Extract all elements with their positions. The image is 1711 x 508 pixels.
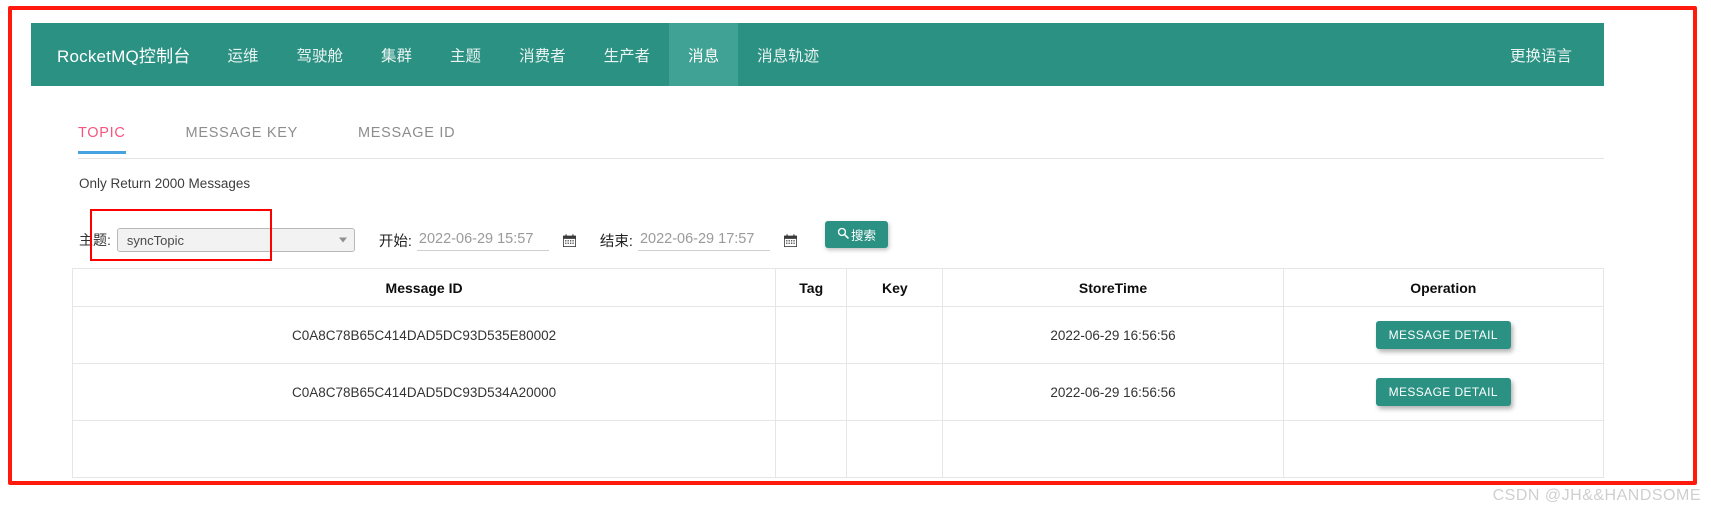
table-body: C0A8C78B65C414DAD5DC93D535E80002 2022-06… [73, 307, 1604, 478]
message-detail-button[interactable]: MESSAGE DETAIL [1376, 321, 1511, 349]
cell-operation: MESSAGE DETAIL [1283, 364, 1603, 421]
cell-operation [1283, 421, 1603, 478]
cell-storetime [943, 421, 1283, 478]
content-tabs: TOPIC MESSAGE KEY MESSAGE ID [78, 120, 1604, 159]
end-time-input[interactable] [638, 230, 770, 251]
table-row[interactable]: C0A8C78B65C414DAD5DC93D535E80002 2022-06… [73, 307, 1604, 364]
cell-operation: MESSAGE DETAIL [1283, 307, 1603, 364]
cell-key [847, 421, 943, 478]
nav-item-consumer[interactable]: 消费者 [500, 23, 585, 86]
calendar-icon[interactable] [563, 234, 576, 247]
search-button-label: 搜索 [851, 225, 876, 244]
table-row[interactable] [73, 421, 1604, 478]
start-time-label: 开始: [379, 230, 412, 251]
nav-item-message-trace[interactable]: 消息轨迹 [738, 23, 838, 86]
cell-tag [776, 421, 847, 478]
table-head: Message ID Tag Key StoreTime Operation [73, 269, 1604, 307]
table-header-row: Message ID Tag Key StoreTime Operation [73, 269, 1604, 307]
nav-item-topic[interactable]: 主题 [431, 23, 500, 86]
column-header-tag: Tag [776, 269, 847, 307]
column-header-message-id: Message ID [73, 269, 776, 307]
chevron-down-icon [339, 238, 347, 243]
result-limit-notice: Only Return 2000 Messages [79, 176, 250, 191]
cell-message-id [73, 421, 776, 478]
nav-item-message[interactable]: 消息 [669, 23, 738, 86]
search-filter-bar: 主题: syncTopic 开始: 结束: [79, 222, 888, 258]
topic-select[interactable]: syncTopic [117, 228, 355, 252]
message-detail-button[interactable]: MESSAGE DETAIL [1376, 378, 1511, 406]
cell-message-id: C0A8C78B65C414DAD5DC93D534A20000 [73, 364, 776, 421]
language-switch-button[interactable]: 更换语言 [1492, 23, 1604, 86]
cell-tag [776, 307, 847, 364]
table-row[interactable]: C0A8C78B65C414DAD5DC93D534A20000 2022-06… [73, 364, 1604, 421]
tab-message-id[interactable]: MESSAGE ID [358, 120, 455, 153]
column-header-operation: Operation [1283, 269, 1603, 307]
top-navbar: RocketMQ控制台 运维 驾驶舱 集群 主题 消费者 生产者 消息 消息轨迹… [31, 23, 1604, 86]
watermark: CSDN @JH&&HANDSOME [1493, 487, 1701, 505]
topic-label: 主题: [79, 230, 111, 250]
column-header-key: Key [847, 269, 943, 307]
column-header-storetime: StoreTime [943, 269, 1283, 307]
nav-item-operations[interactable]: 运维 [209, 23, 278, 86]
calendar-icon[interactable] [784, 234, 797, 247]
nav-item-dashboard[interactable]: 驾驶舱 [278, 23, 363, 86]
cell-key [847, 307, 943, 364]
cell-storetime: 2022-06-29 16:56:56 [943, 364, 1283, 421]
cell-storetime: 2022-06-29 16:56:56 [943, 307, 1283, 364]
cell-tag [776, 364, 847, 421]
cell-message-id: C0A8C78B65C414DAD5DC93D535E80002 [73, 307, 776, 364]
end-time-label: 结束: [600, 230, 633, 251]
messages-table: Message ID Tag Key StoreTime Operation C… [72, 268, 1604, 478]
nav-item-producer[interactable]: 生产者 [585, 23, 670, 86]
app-window: RocketMQ控制台 运维 驾驶舱 集群 主题 消费者 生产者 消息 消息轨迹… [12, 10, 1693, 481]
navbar-spacer [838, 23, 1492, 86]
nav-item-cluster[interactable]: 集群 [362, 23, 431, 86]
start-time-input[interactable] [417, 230, 549, 251]
search-button[interactable]: 搜索 [825, 221, 888, 248]
cell-key [847, 364, 943, 421]
tab-message-key[interactable]: MESSAGE KEY [186, 120, 298, 153]
tab-topic[interactable]: TOPIC [78, 120, 126, 153]
search-icon [837, 227, 849, 242]
topic-select-value: syncTopic [118, 233, 184, 248]
brand-logo[interactable]: RocketMQ控制台 [31, 23, 209, 86]
